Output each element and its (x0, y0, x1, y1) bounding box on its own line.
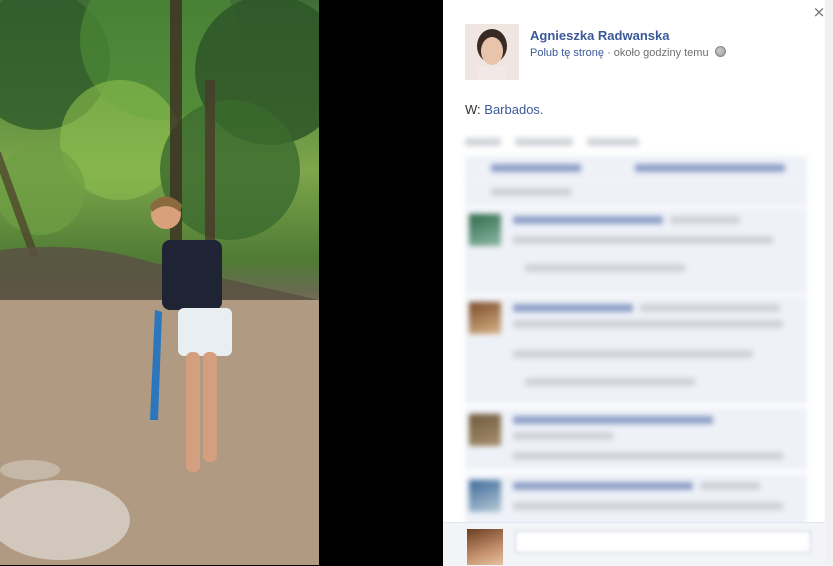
comment-placeholder (513, 350, 753, 358)
comments-section-blurred (459, 130, 815, 528)
comment-placeholder (513, 236, 773, 244)
comment-placeholder (513, 452, 783, 460)
comment-item (465, 208, 807, 293)
photo-scene (0, 0, 319, 565)
comment-item (465, 474, 807, 528)
author-name[interactable]: Agnieszka Radwanska (530, 28, 669, 43)
viewer-avatar (467, 529, 503, 565)
action-placeholder (465, 138, 501, 146)
comment-compose-bar (443, 522, 833, 566)
comment-placeholder (640, 304, 780, 312)
comment-placeholder (670, 216, 740, 224)
likes-placeholder (635, 164, 785, 172)
avatar[interactable] (465, 24, 519, 80)
photo-stage (0, 0, 443, 565)
comment-placeholder (513, 502, 783, 510)
like-page-link[interactable]: Polub tę stronę (530, 47, 604, 59)
caption-prefix: W: (465, 102, 481, 117)
globe-icon (714, 46, 726, 57)
comment-placeholder (513, 304, 633, 312)
comment-avatar (469, 214, 501, 246)
action-placeholder (515, 138, 573, 146)
scrollbar[interactable] (825, 0, 833, 565)
comment-placeholder (525, 264, 685, 272)
comment-placeholder (513, 320, 783, 328)
comment-placeholder (700, 482, 760, 490)
post-actions-row (465, 138, 639, 146)
post-timestamp[interactable]: około godziny temu (614, 47, 709, 59)
comment-avatar (469, 480, 501, 512)
comment-placeholder (525, 378, 695, 386)
post-photo[interactable] (0, 0, 319, 565)
comment-placeholder (513, 416, 713, 424)
avatar-portrait (465, 24, 519, 80)
comment-placeholder (513, 216, 663, 224)
comment-avatar (469, 302, 501, 334)
comment-input-blurred[interactable] (515, 531, 811, 553)
comment-item (465, 296, 807, 403)
likes-placeholder (491, 164, 581, 172)
caption-place-link[interactable]: Barbados. (484, 102, 543, 117)
comment-avatar (469, 414, 501, 446)
shares-bar (465, 180, 807, 205)
meta-separator: · (607, 47, 611, 59)
post-caption: W: Barbados. (465, 102, 544, 117)
post-meta: Polub tę stronę · około godziny temu (530, 46, 726, 59)
comment-placeholder (513, 482, 693, 490)
comment-placeholder (513, 432, 613, 440)
likes-bar (465, 156, 807, 179)
action-placeholder (587, 138, 639, 146)
post-side-panel: × Agnieszka Radwanska Polub tę stronę · … (443, 0, 833, 566)
comment-item (465, 408, 807, 469)
shares-placeholder (491, 188, 571, 196)
